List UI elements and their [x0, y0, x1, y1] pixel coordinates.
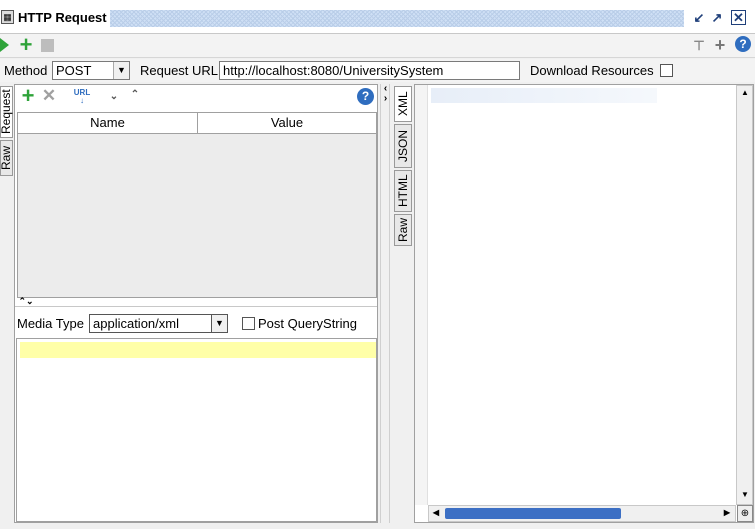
add-param-icon[interactable]: + [20, 85, 36, 107]
panel-divider[interactable]: ‹ › [380, 84, 390, 523]
response-line-highlight [431, 88, 657, 103]
collapse-icon[interactable]: ‹ › [381, 84, 390, 104]
method-label: Method [4, 63, 48, 78]
vertical-scrollbar[interactable]: ▲ ▼ [736, 85, 753, 505]
tab-html-label: HTML [396, 174, 410, 208]
chevron-down-icon[interactable]: ▼ [113, 62, 129, 79]
method-select[interactable]: POST ▼ [52, 61, 130, 80]
column-value: Value [270, 115, 304, 130]
params-table: Name Value [17, 112, 377, 298]
move-up-icon[interactable]: ⌃ [130, 89, 140, 100]
scroll-right-icon[interactable]: ▶ [722, 508, 732, 517]
chevron-down-icon[interactable]: ▼ [212, 315, 227, 332]
tab-json-label: JSON [396, 130, 410, 163]
tab-raw-right[interactable]: Raw [394, 214, 412, 246]
body-editor[interactable] [16, 338, 377, 522]
post-querystring-checkbox[interactable] [242, 317, 255, 330]
scroll-left-icon[interactable]: ◀ [431, 508, 441, 517]
scroll-thumb[interactable] [445, 508, 621, 519]
tab-xml[interactable]: XML [394, 86, 412, 122]
tab-raw-right-label: Raw [396, 218, 410, 243]
tab-html[interactable]: HTML [394, 170, 412, 212]
table-header: Name Value [18, 113, 376, 134]
column-name: Name [18, 113, 198, 133]
media-type-label: Media Type [17, 316, 84, 331]
help-icon[interactable]: ? [735, 36, 751, 52]
run-icon[interactable] [0, 38, 9, 52]
splitter[interactable] [15, 306, 377, 307]
title-bar: ▦ HTTP Request ↙ ↗ ✕ [0, 0, 755, 34]
url-field[interactable]: http://localhost:8080/UniversitySystem [219, 61, 520, 80]
maximize-icon[interactable]: ↗ [708, 9, 726, 27]
tab-raw-left[interactable]: Raw [0, 140, 13, 176]
media-type-select[interactable]: application/xml [89, 314, 227, 333]
current-line-highlight [20, 342, 376, 358]
zoom-icon[interactable]: ⊕ [737, 505, 753, 522]
plus-icon[interactable]: + [713, 35, 727, 55]
restore-icon[interactable]: ↙ [690, 9, 708, 27]
url-value: http://localhost:8080/UniversitySystem [223, 63, 444, 78]
post-querystring-label: Post QueryString [258, 316, 357, 331]
tab-request[interactable]: Request [0, 86, 13, 138]
main-toolbar: + ⊤ + ? [0, 34, 755, 58]
close-icon[interactable]: ✕ [731, 10, 746, 25]
tab-request-label: Request [0, 89, 13, 135]
tab-raw-left-label: Raw [0, 146, 13, 171]
scroll-up-icon[interactable]: ▲ [739, 88, 751, 97]
add-icon[interactable]: + [17, 34, 35, 56]
help-icon[interactable]: ? [357, 88, 374, 105]
download-resources-checkbox[interactable] [660, 64, 673, 77]
method-value: POST [56, 63, 92, 78]
stop-icon[interactable] [41, 39, 54, 52]
tab-xml-label: XML [396, 91, 410, 117]
url-encode-icon[interactable]: URL ↓ [73, 89, 91, 105]
horizontal-scrollbar[interactable]: ◀ ▶ [428, 505, 736, 522]
response-panel: ▲ ▼ ◀ ▶ ⊕ [414, 84, 754, 523]
response-gutter [415, 85, 428, 505]
request-url-bar: Method POST ▼ Request URL: http://localh… [0, 59, 755, 82]
scroll-down-icon[interactable]: ▼ [739, 490, 751, 499]
title-hatch [110, 10, 684, 27]
url-label: Request URL: [140, 63, 222, 78]
window-icon: ▦ [1, 10, 14, 24]
tab-json[interactable]: JSON [394, 124, 412, 168]
request-panel: + ✕ URL ↓ ⌄ ⌃ ? Name Value ⌃⌄ Media Type … [14, 84, 378, 523]
remove-param-icon[interactable]: ✕ [41, 87, 57, 105]
window-title: HTTP Request [18, 10, 107, 25]
media-type-dropdown-button[interactable]: ▼ [211, 314, 228, 333]
media-type-value: application/xml [93, 316, 179, 331]
move-down-icon[interactable]: ⌄ [109, 91, 119, 102]
download-resources-label: Download Resources [530, 63, 654, 78]
clear-icon[interactable]: ⊤ [692, 38, 706, 54]
